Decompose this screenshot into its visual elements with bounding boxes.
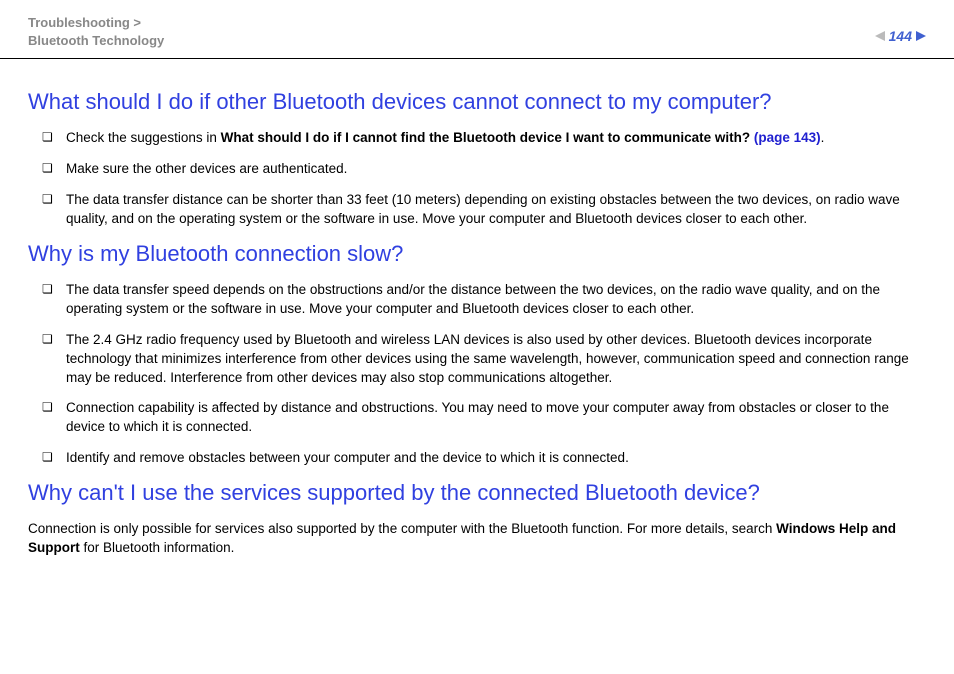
text: Check the suggestions in xyxy=(66,130,221,145)
section-heading-2: Why is my Bluetooth connection slow? xyxy=(28,241,926,267)
list-item: Connection capability is affected by dis… xyxy=(28,399,926,437)
list-item: Make sure the other devices are authenti… xyxy=(28,160,926,179)
page-header: Troubleshooting > Bluetooth Technology 1… xyxy=(0,0,954,59)
page-navigation: 144 xyxy=(875,14,926,44)
text: for Bluetooth information. xyxy=(80,540,235,555)
page-link[interactable]: (page 143) xyxy=(754,130,821,145)
paragraph: Connection is only possible for services… xyxy=(28,520,926,558)
list-item: The data transfer speed depends on the o… xyxy=(28,281,926,319)
list-item: The 2.4 GHz radio frequency used by Blue… xyxy=(28,331,926,388)
breadcrumb-line1: Troubleshooting > xyxy=(28,15,141,30)
list-item: Check the suggestions in What should I d… xyxy=(28,129,926,148)
bullet-list-1: Check the suggestions in What should I d… xyxy=(28,129,926,229)
bold-text: What should I do if I cannot find the Bl… xyxy=(221,130,754,145)
prev-page-arrow-icon[interactable] xyxy=(875,31,885,41)
page-content: What should I do if other Bluetooth devi… xyxy=(0,59,954,589)
list-item: Identify and remove obstacles between yo… xyxy=(28,449,926,468)
breadcrumb: Troubleshooting > Bluetooth Technology xyxy=(28,14,164,50)
section-heading-3: Why can't I use the services supported b… xyxy=(28,480,926,506)
text: Connection is only possible for services… xyxy=(28,521,776,536)
list-item: The data transfer distance can be shorte… xyxy=(28,191,926,229)
section-heading-1: What should I do if other Bluetooth devi… xyxy=(28,89,926,115)
bullet-list-2: The data transfer speed depends on the o… xyxy=(28,281,926,468)
text: . xyxy=(821,130,825,145)
next-page-arrow-icon[interactable] xyxy=(916,31,926,41)
breadcrumb-line2: Bluetooth Technology xyxy=(28,33,164,48)
page-number: 144 xyxy=(889,28,912,44)
